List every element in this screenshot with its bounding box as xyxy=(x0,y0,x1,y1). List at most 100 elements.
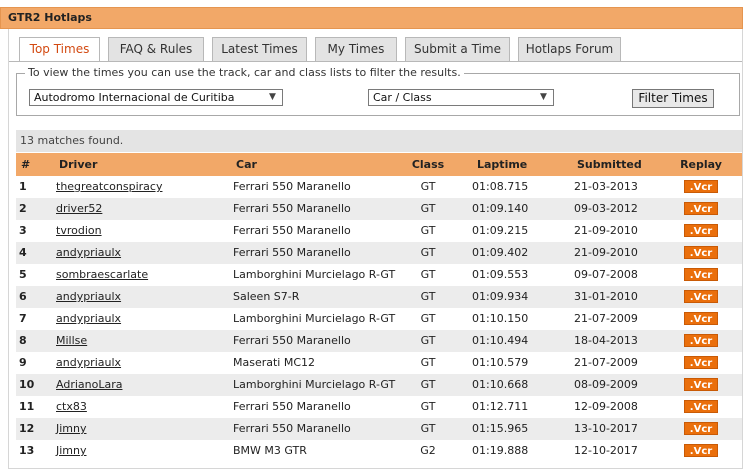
match-count: 13 matches found. xyxy=(16,130,742,152)
car-name: Ferrari 550 Maranello xyxy=(233,400,351,413)
table-row: 5 sombraescarlate Lamborghini Murcielago… xyxy=(16,264,742,286)
submitted-date: 08-09-2009 xyxy=(574,378,638,391)
vcr-download-button[interactable]: .Vcr xyxy=(684,422,718,435)
driver-link[interactable]: andypriaulx xyxy=(56,308,121,330)
car-name: Ferrari 550 Maranello xyxy=(233,180,351,193)
filter-times-button[interactable]: Filter Times xyxy=(632,89,714,108)
tab-top-times[interactable]: Top Times xyxy=(19,37,100,62)
car-name: BMW M3 GTR xyxy=(233,444,307,457)
tab-submit-a-time[interactable]: Submit a Time xyxy=(405,37,510,61)
col-header-class: Class xyxy=(411,158,445,171)
track-select[interactable]: Autodromo Internacional de Curitiba ▼ xyxy=(29,89,283,106)
col-header-laptime: Laptime xyxy=(477,158,528,171)
col-header-submitted: Submitted xyxy=(577,158,642,171)
submitted-date: 18-04-2013 xyxy=(574,334,638,347)
vcr-download-button[interactable]: .Vcr xyxy=(684,400,718,413)
car-name: Ferrari 550 Maranello xyxy=(233,334,351,347)
rank-number: 7 xyxy=(19,312,27,325)
laptime-value: 01:09.402 xyxy=(472,246,529,259)
content-panel: Top Times FAQ & Rules Latest Times My Ti… xyxy=(8,29,743,469)
replay-cell: .Vcr xyxy=(676,418,726,440)
driver-link[interactable]: thegreatconspiracy xyxy=(56,176,162,198)
laptime-value: 01:15.965 xyxy=(472,422,529,435)
vcr-download-button[interactable]: .Vcr xyxy=(684,378,718,391)
car-name: Ferrari 550 Maranello xyxy=(233,246,351,259)
vcr-download-button[interactable]: .Vcr xyxy=(684,268,718,281)
table-row: 9 andypriaulx Maserati MC12 GT 01:10.579… xyxy=(16,352,742,374)
driver-link[interactable]: tvrodion xyxy=(56,220,102,242)
vcr-download-button[interactable]: .Vcr xyxy=(684,202,718,215)
rank-number: 1 xyxy=(19,180,27,193)
class-label: GT xyxy=(420,246,436,259)
replay-cell: .Vcr xyxy=(676,352,726,374)
class-label: GT xyxy=(420,334,436,347)
driver-link[interactable]: AdrianoLara xyxy=(56,374,122,396)
driver-link[interactable]: andypriaulx xyxy=(56,286,121,308)
laptime-value: 01:10.494 xyxy=(472,334,529,347)
laptime-value: 01:09.215 xyxy=(472,224,529,237)
car-name: Lamborghini Murcielago R-GT xyxy=(233,312,396,325)
submitted-date: 21-07-2009 xyxy=(574,356,638,369)
vcr-download-button[interactable]: .Vcr xyxy=(684,444,718,457)
rank-number: 5 xyxy=(19,268,27,281)
vcr-download-button[interactable]: .Vcr xyxy=(684,356,718,369)
driver-link[interactable]: Jimny xyxy=(56,418,87,440)
class-label: GT xyxy=(420,378,436,391)
rank-number: 4 xyxy=(19,246,27,259)
driver-link[interactable]: Jimny xyxy=(56,440,87,462)
car-name: Maserati MC12 xyxy=(233,356,316,369)
car-name: Ferrari 550 Maranello xyxy=(233,422,351,435)
laptime-value: 01:10.668 xyxy=(472,378,529,391)
driver-link[interactable]: driver52 xyxy=(56,198,102,220)
tab-hotlaps-forum[interactable]: Hotlaps Forum xyxy=(518,37,621,61)
vcr-download-button[interactable]: .Vcr xyxy=(684,246,718,259)
class-label: GT xyxy=(420,422,436,435)
col-header-replay: Replay xyxy=(680,158,722,171)
col-header-number: # xyxy=(21,158,31,171)
table-row: 7 andypriaulx Lamborghini Murcielago R-G… xyxy=(16,308,742,330)
table-body: 1 thegreatconspiracy Ferrari 550 Maranel… xyxy=(16,176,742,462)
driver-link[interactable]: Millse xyxy=(56,330,87,352)
replay-cell: .Vcr xyxy=(676,308,726,330)
laptime-value: 01:09.553 xyxy=(472,268,529,281)
class-label: GT xyxy=(420,202,436,215)
replay-cell: .Vcr xyxy=(676,242,726,264)
laptime-value: 01:09.934 xyxy=(472,290,529,303)
vcr-download-button[interactable]: .Vcr xyxy=(684,180,718,193)
results-table: # Driver Car Class Laptime Submitted Rep… xyxy=(16,153,742,462)
table-row: 2 driver52 Ferrari 550 Maranello GT 01:0… xyxy=(16,198,742,220)
vcr-download-button[interactable]: .Vcr xyxy=(684,290,718,303)
car-name: Lamborghini Murcielago R-GT xyxy=(233,268,396,281)
replay-cell: .Vcr xyxy=(676,264,726,286)
replay-cell: .Vcr xyxy=(676,176,726,198)
class-label: GT xyxy=(420,400,436,413)
tab-latest-times[interactable]: Latest Times xyxy=(212,37,307,61)
rank-number: 6 xyxy=(19,290,27,303)
class-label: GT xyxy=(420,312,436,325)
replay-cell: .Vcr xyxy=(676,220,726,242)
tab-faq-rules[interactable]: FAQ & Rules xyxy=(108,37,204,61)
tab-my-times[interactable]: My Times xyxy=(315,37,397,61)
submitted-date: 12-10-2017 xyxy=(574,444,638,457)
table-row: 12 Jimny Ferrari 550 Maranello GT 01:15.… xyxy=(16,418,742,440)
car-name: Saleen S7-R xyxy=(233,290,300,303)
vcr-download-button[interactable]: .Vcr xyxy=(684,312,718,325)
class-label: GT xyxy=(420,356,436,369)
driver-link[interactable]: sombraescarlate xyxy=(56,264,148,286)
table-row: 6 andypriaulx Saleen S7-R GT 01:09.934 3… xyxy=(16,286,742,308)
rank-number: 11 xyxy=(19,400,35,413)
rank-number: 13 xyxy=(19,444,35,457)
vcr-download-button[interactable]: .Vcr xyxy=(684,334,718,347)
tab-divider xyxy=(9,61,742,62)
track-select-value: Autodromo Internacional de Curitiba xyxy=(34,91,235,104)
driver-link[interactable]: ctx83 xyxy=(56,396,87,418)
filter-instructions: To view the times you can use the track,… xyxy=(25,66,464,79)
table-row: 1 thegreatconspiracy Ferrari 550 Maranel… xyxy=(16,176,742,198)
driver-link[interactable]: andypriaulx xyxy=(56,352,121,374)
replay-cell: .Vcr xyxy=(676,330,726,352)
car-class-select[interactable]: Car / Class ▼ xyxy=(368,89,554,106)
vcr-download-button[interactable]: .Vcr xyxy=(684,224,718,237)
laptime-value: 01:08.715 xyxy=(472,180,529,193)
driver-link[interactable]: andypriaulx xyxy=(56,242,121,264)
table-row: 11 ctx83 Ferrari 550 Maranello GT 01:12.… xyxy=(16,396,742,418)
